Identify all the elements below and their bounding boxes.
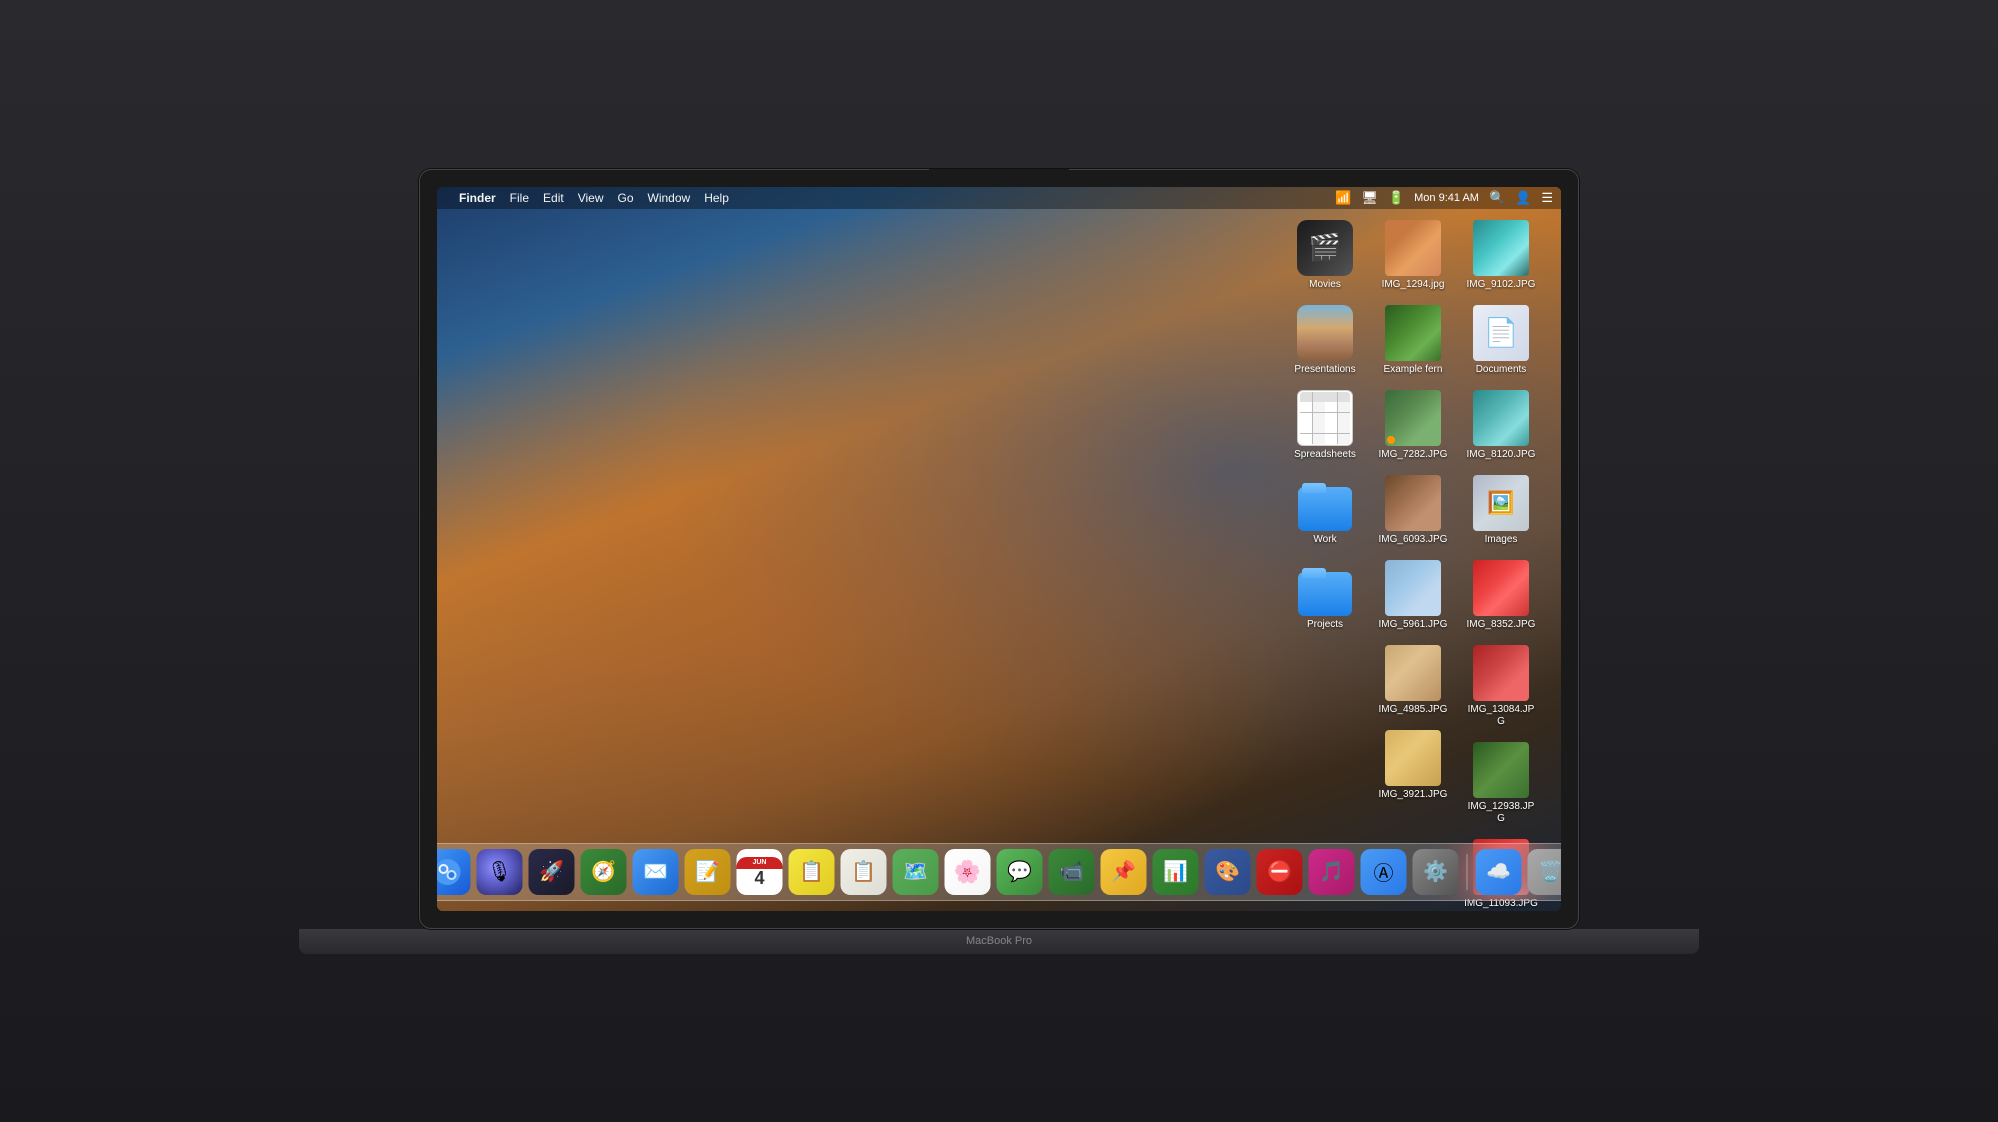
menubar-finder[interactable]: Finder (459, 191, 496, 205)
dock-separator (1467, 854, 1468, 890)
dock-mail[interactable]: ✉️ (633, 849, 679, 895)
dock-launchpad[interactable]: 🚀 (529, 849, 575, 895)
dock-stickies2[interactable]: 📌 (1101, 849, 1147, 895)
dock-reminders[interactable]: 📋 (841, 849, 887, 895)
menubar: Finder File Edit View Go Window Help 📶 🖥… (437, 187, 1561, 209)
desktop-icon-work[interactable]: Work (1285, 472, 1365, 549)
menubar-file[interactable]: File (510, 191, 529, 205)
dock-stickies[interactable]: 📋 (789, 849, 835, 895)
camera-notch (929, 169, 1069, 181)
desktop-icon-documents[interactable]: 📄 Documents (1461, 302, 1541, 379)
img3921-label: IMG_3921.JPG (1379, 789, 1448, 801)
dock-icloud[interactable]: ☁️ (1476, 849, 1522, 895)
work-label: Work (1313, 534, 1336, 546)
desktop-icon-img5961[interactable]: IMG_5961.JPG (1373, 557, 1453, 634)
desktop-icon-presentations[interactable]: Presentations (1285, 302, 1365, 379)
spreadsheets-label: Spreadsheets (1294, 449, 1356, 461)
display-icon[interactable]: 🖥 (1361, 190, 1378, 206)
dock-facetime[interactable]: 📹 (1049, 849, 1095, 895)
datetime-display[interactable]: Mon 9:41 AM (1414, 192, 1479, 204)
desktop-icon-img9102[interactable]: IMG_9102.JPG (1461, 217, 1541, 294)
desktop-icon-images[interactable]: 🖼️ Images (1461, 472, 1541, 549)
desktop-icon-movies[interactable]: 🎬 Movies (1285, 217, 1365, 294)
dock-messages[interactable]: 💬 (997, 849, 1043, 895)
img8352-label: IMG_8352.JPG (1467, 619, 1536, 631)
screen: Finder File Edit View Go Window Help 📶 🖥… (437, 187, 1561, 911)
dock-siri[interactable]: 🎙 (477, 849, 523, 895)
dock-numbers[interactable]: 📊 (1153, 849, 1199, 895)
macbook-label: MacBook Pro (966, 935, 1032, 947)
menubar-view[interactable]: View (578, 191, 604, 205)
screen-bezel: Finder File Edit View Go Window Help 📶 🖥… (419, 169, 1579, 929)
img1294-label: IMG_1294.jpg (1382, 279, 1445, 291)
search-icon[interactable]: 🔍 (1489, 190, 1505, 206)
desktop-icon-projects[interactable]: Projects (1285, 557, 1365, 634)
dock-itunes[interactable]: 🎵 (1309, 849, 1355, 895)
images-label: Images (1485, 534, 1518, 546)
desktop-icon-img7282[interactable]: IMG_7282.JPG (1373, 387, 1453, 464)
dock: 🎙 🚀 🧭 ✉️ 📝 JUN (437, 843, 1561, 901)
desktop-icon-img8120[interactable]: IMG_8120.JPG (1461, 387, 1541, 464)
desktop-icon-example-fern[interactable]: Example fern (1373, 302, 1453, 379)
dock-appstore[interactable]: Ⓐ (1361, 849, 1407, 895)
img5961-label: IMG_5961.JPG (1379, 619, 1448, 631)
desktop-icon-img12938[interactable]: IMG_12938.JPG (1461, 739, 1541, 828)
user-icon[interactable]: 👤 (1515, 190, 1531, 206)
dock-calendar[interactable]: JUN 4 (737, 849, 783, 895)
macbook-shell: Finder File Edit View Go Window Help 📶 🖥… (0, 0, 1998, 1122)
img7282-badge (1387, 436, 1395, 444)
menubar-edit[interactable]: Edit (543, 191, 564, 205)
desktop-icon-img3921[interactable]: IMG_3921.JPG (1373, 727, 1453, 804)
img13084-label: IMG_13084.JPG (1464, 704, 1538, 728)
img9102-label: IMG_9102.JPG (1467, 279, 1536, 291)
desktop-icons: 🎬 Movies Presentations (1285, 217, 1541, 911)
macbook-bottom-bar: MacBook Pro (299, 929, 1699, 954)
movies-label: Movies (1309, 279, 1341, 291)
desktop-icon-img1294[interactable]: IMG_1294.jpg (1373, 217, 1453, 294)
desktop-icon-img8352[interactable]: IMG_8352.JPG (1461, 557, 1541, 634)
wifi-icon[interactable]: 📶 (1335, 190, 1351, 206)
img7282-label: IMG_7282.JPG (1379, 449, 1448, 461)
menu-icon[interactable]: ☰ (1541, 190, 1553, 206)
desktop-icon-spreadsheets[interactable]: Spreadsheets (1285, 387, 1365, 464)
img8120-label: IMG_8120.JPG (1467, 449, 1536, 461)
menubar-left: Finder File Edit View Go Window Help (445, 191, 729, 205)
dock-prefs[interactable]: ⚙️ (1413, 849, 1459, 895)
desktop-icon-img13084[interactable]: IMG_13084.JPG (1461, 642, 1541, 731)
menubar-window[interactable]: Window (648, 191, 691, 205)
presentations-label: Presentations (1294, 364, 1355, 376)
menubar-right: 📶 🖥 🔋 Mon 9:41 AM 🔍 👤 ☰ (1335, 190, 1553, 206)
documents-label: Documents (1476, 364, 1527, 376)
projects-label: Projects (1307, 619, 1343, 631)
dock-dnd[interactable]: ⛔ (1257, 849, 1303, 895)
dock-photos[interactable]: 🌸 (945, 849, 991, 895)
dock-finder[interactable] (437, 849, 471, 895)
img12938-label: IMG_12938.JPG (1464, 801, 1538, 825)
menubar-go[interactable]: Go (618, 191, 634, 205)
dock-notes[interactable]: 📝 (685, 849, 731, 895)
desktop-icon-img6093[interactable]: IMG_6093.JPG (1373, 472, 1453, 549)
example-fern-label: Example fern (1384, 364, 1443, 376)
desktop-icon-img4985[interactable]: IMG_4985.JPG (1373, 642, 1453, 719)
dock-maps[interactable]: 🗺️ (893, 849, 939, 895)
dock-safari[interactable]: 🧭 (581, 849, 627, 895)
dock-keynote[interactable]: 🎨 (1205, 849, 1251, 895)
dock-trash[interactable]: 🗑️ (1528, 849, 1562, 895)
img6093-label: IMG_6093.JPG (1379, 534, 1448, 546)
battery-icon[interactable]: 🔋 (1388, 190, 1404, 206)
img4985-label: IMG_4985.JPG (1379, 704, 1448, 716)
menubar-help[interactable]: Help (704, 191, 729, 205)
